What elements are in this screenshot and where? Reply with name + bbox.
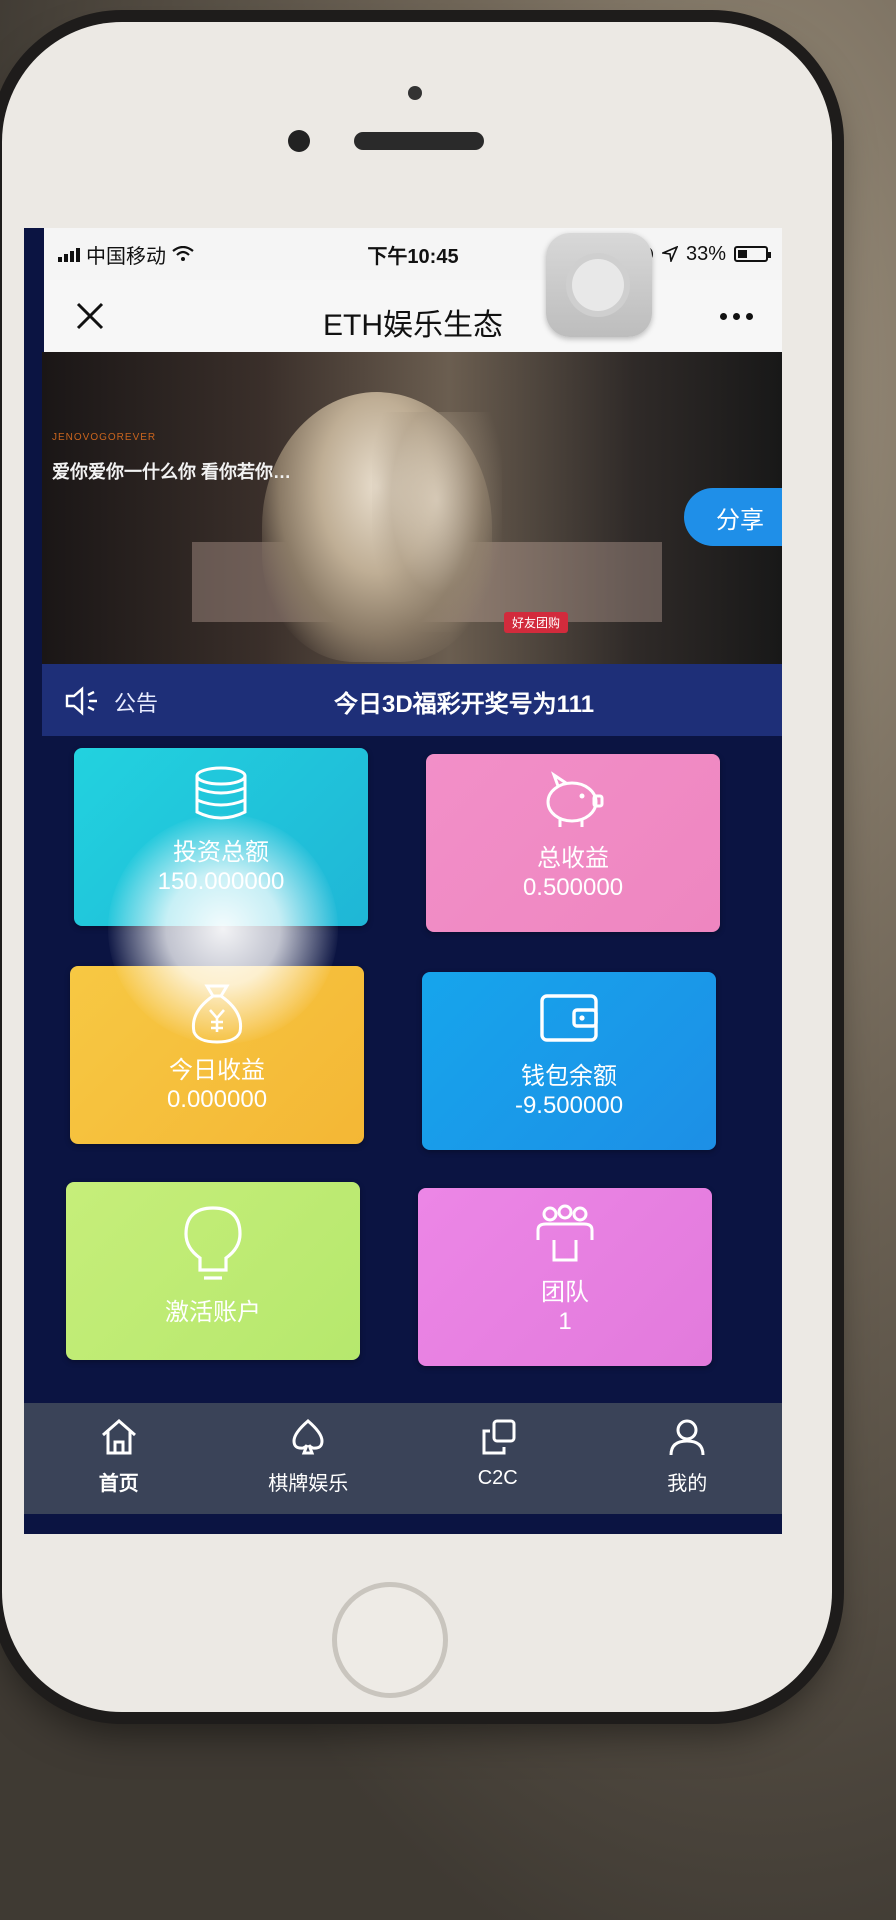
banner-image[interactable]: JENOVOGOREVER 爱你爱你一什么你 看你若你… 好友团购: [42, 352, 782, 664]
card-value: 0.000000: [166, 1086, 268, 1113]
total-income-card[interactable]: 总收益 0.500000: [426, 754, 720, 932]
tab-games[interactable]: 棋牌娱乐: [214, 1403, 404, 1514]
tab-label: 首页: [98, 1473, 139, 1495]
banner-slogan: 爱你爱你一什么你 看你若你…: [52, 462, 291, 482]
wallet-icon: [540, 994, 598, 1042]
tab-c2c[interactable]: C2C: [403, 1403, 593, 1514]
card-label: 钱包余额: [521, 1063, 617, 1090]
card-value: 1: [558, 1308, 572, 1335]
notice-bar[interactable]: 公告 今日3D福彩开奖号为111: [42, 664, 782, 736]
share-label: 分享: [716, 506, 764, 534]
wallet-balance-card[interactable]: 钱包余额 -9.500000: [422, 972, 716, 1150]
banner-tag: 好友团购: [504, 612, 569, 633]
card-value: 150.000000: [157, 868, 285, 895]
share-button[interactable]: 分享: [684, 488, 782, 546]
front-camera: [288, 130, 310, 152]
proximity-sensor: [408, 86, 422, 100]
c2c-icon: [482, 1419, 516, 1455]
more-menu-icon[interactable]: [712, 298, 760, 334]
piggy-bank-icon: [546, 771, 604, 827]
spade-icon: [292, 1419, 324, 1455]
bottom-tab-bar: 首页 棋牌娱乐 C2C 我的: [24, 1403, 782, 1514]
home-button[interactable]: [332, 1582, 448, 1698]
page-title: ETH娱乐生态: [323, 309, 503, 342]
tab-home[interactable]: 首页: [24, 1403, 214, 1514]
battery-icon: [734, 246, 771, 262]
team-icon: [536, 1204, 594, 1262]
today-income-card[interactable]: 今日收益 0.000000: [70, 966, 364, 1144]
card-label: 今日收益: [169, 1057, 265, 1084]
assistive-touch-button[interactable]: [546, 233, 652, 337]
user-icon: [669, 1419, 705, 1456]
phone-body: 中国移动 下午10:45 33% ETH娱乐生态 JENOVOGOREVER 爱…: [2, 22, 832, 1712]
speaker-icon: [65, 686, 97, 716]
card-label: 总收益: [537, 845, 609, 872]
tab-label: 我的: [667, 1473, 708, 1495]
location-icon: [661, 246, 678, 262]
coins-icon: [195, 766, 247, 820]
team-card[interactable]: 团队 1: [418, 1188, 712, 1366]
earpiece-speaker: [354, 132, 484, 150]
battery-percent: 33%: [685, 242, 726, 265]
card-label: 团队: [541, 1279, 589, 1306]
activate-account-card[interactable]: 激活账户: [66, 1182, 360, 1360]
status-bar: 中国移动 下午10:45 33%: [44, 228, 782, 280]
home-icon: [101, 1419, 136, 1455]
tab-label: 棋牌娱乐: [268, 1473, 349, 1495]
money-bag-icon: [191, 984, 243, 1044]
notice-label: 公告: [114, 691, 159, 716]
status-right: 33%: [636, 242, 771, 266]
notice-message: 今日3D福彩开奖号为111: [334, 691, 595, 718]
card-value: -9.500000: [514, 1092, 624, 1119]
card-value: 0.500000: [522, 874, 624, 901]
nav-bar: ETH娱乐生态: [44, 280, 782, 353]
banner-brand-text: JENOVOGOREVER: [52, 432, 157, 443]
phone-screen: 中国移动 下午10:45 33% ETH娱乐生态 JENOVOGOREVER 爱…: [24, 228, 782, 1534]
investment-total-card[interactable]: 投资总额 150.000000: [74, 748, 368, 926]
card-label: 激活账户: [165, 1299, 261, 1326]
tab-label: C2C: [477, 1467, 518, 1489]
tab-mine[interactable]: 我的: [593, 1403, 783, 1514]
card-label: 投资总额: [173, 839, 269, 866]
lightbulb-icon: [184, 1206, 242, 1280]
